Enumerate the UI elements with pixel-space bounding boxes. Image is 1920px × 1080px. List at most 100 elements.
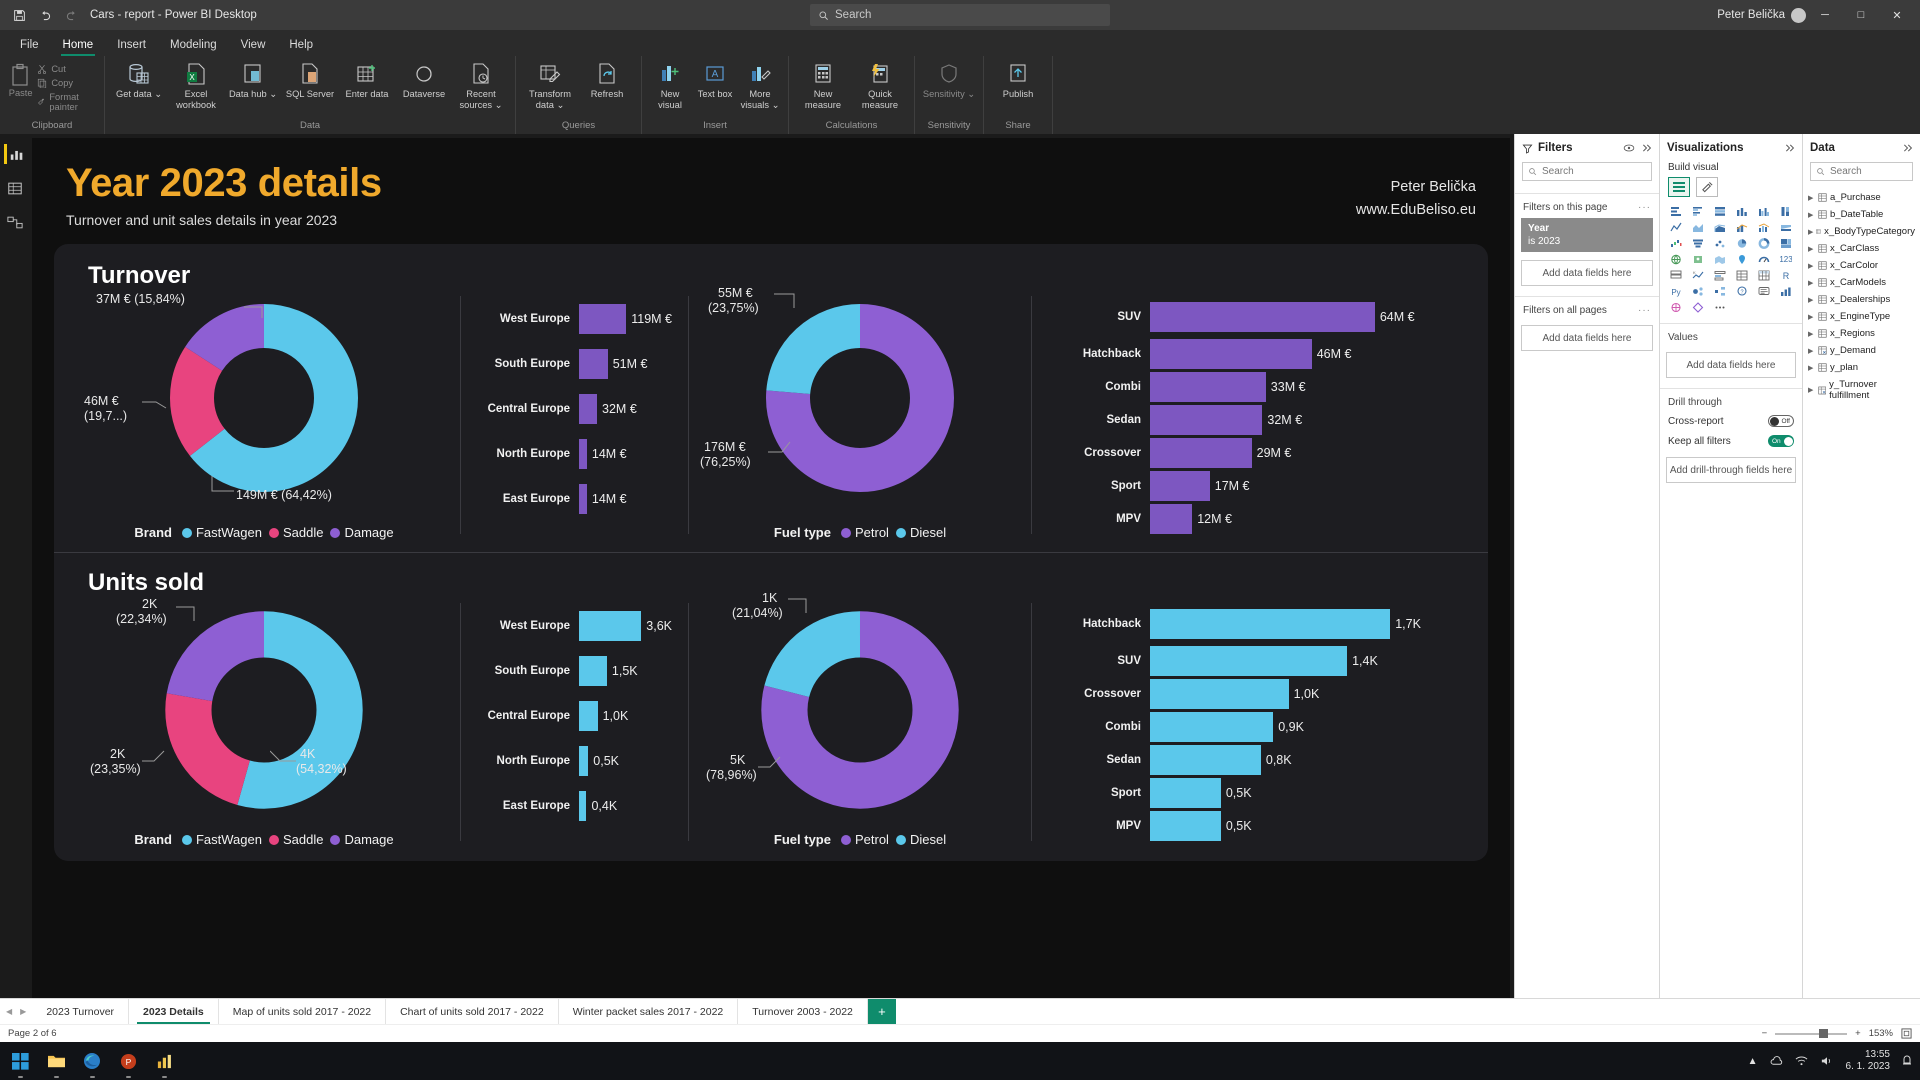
copy-button[interactable]: Copy	[37, 78, 98, 88]
visual-metrics-icon[interactable]	[1775, 284, 1796, 299]
fit-to-page-icon[interactable]	[1901, 1028, 1912, 1039]
quick-measure-button[interactable]: Quick measure	[852, 58, 908, 110]
visual-100-stacked-bar-icon[interactable]	[1710, 204, 1731, 219]
chevron-right-icon[interactable]: ▶	[1808, 279, 1815, 287]
menu-view[interactable]: View	[229, 36, 278, 56]
data-table-item[interactable]: ▶ x_BodyTypeCategory	[1803, 223, 1920, 240]
visual-qa-icon[interactable]: ?	[1732, 284, 1753, 299]
redo-icon[interactable]	[58, 3, 84, 27]
visual-clustered-column-icon[interactable]	[1753, 204, 1774, 219]
sensitivity-button[interactable]: Sensitivity ⌄	[921, 58, 977, 100]
undo-icon[interactable]	[32, 3, 58, 27]
visual-line-clustered-column-icon[interactable]	[1753, 220, 1774, 235]
bar-mpv-turnover[interactable]	[1150, 503, 1193, 534]
bar-central-units[interactable]	[579, 700, 598, 731]
zoom-slider[interactable]	[1775, 1028, 1848, 1038]
visual-decomposition-tree-icon[interactable]	[1710, 284, 1731, 299]
bar-chart-turnover-class[interactable]: SUV 64M € Hatchback 46M € Combi 33M € Sedan…	[1038, 290, 1468, 535]
enter-data-button[interactable]: Enter data	[339, 58, 395, 100]
data-view-icon[interactable]	[4, 178, 26, 198]
visual-stacked-bar-icon[interactable]	[1666, 204, 1687, 219]
tab-prev-icon[interactable]: ◀	[6, 1007, 12, 1016]
add-page-button[interactable]: +	[867, 999, 896, 1024]
data-table-item[interactable]: ▶ y_Turnover fulfillment	[1803, 376, 1920, 404]
report-view-icon[interactable]	[4, 144, 26, 164]
global-search-box[interactable]: Search	[810, 4, 1110, 26]
chart-turnover-by-region[interactable]: West Europe 119M € South Europe 51M € Cent…	[467, 290, 682, 521]
report-canvas[interactable]: Year 2023 details Turnover and unit sale…	[32, 138, 1510, 998]
legend-item-diesel-turnover[interactable]: Diesel	[895, 525, 946, 540]
chevron-right-icon[interactable]: ▶	[1808, 364, 1815, 372]
page-tab-2023-details[interactable]: 2023 Details	[129, 999, 219, 1024]
bar-chart-units-class[interactable]: Hatchback 1,7K SUV 1,4K Crossover 1,0K Comb…	[1038, 597, 1468, 842]
minimize-button[interactable]: ─	[1808, 0, 1842, 30]
notifications-icon[interactable]	[1902, 1055, 1912, 1067]
more-visuals-button[interactable]: More visuals ⌄	[738, 58, 782, 110]
filters-page-dropzone[interactable]: Add data fields here	[1521, 260, 1653, 286]
visual-stacked-area-icon[interactable]	[1710, 220, 1731, 235]
bar-east-turnover[interactable]	[579, 483, 587, 514]
bar-west-units[interactable]	[579, 610, 642, 641]
data-table-item[interactable]: ▶ y_Demand	[1803, 342, 1920, 359]
chevron-right-icon[interactable]: ▶	[1808, 386, 1815, 394]
legend-item-petrol-turnover[interactable]: Petrol	[840, 525, 889, 540]
legend-item-damage-units[interactable]: Damage	[330, 832, 394, 847]
maximize-button[interactable]: □	[1844, 0, 1878, 30]
chevron-right-icon[interactable]: ▶	[1808, 330, 1815, 338]
new-visual-button[interactable]: New visual	[648, 58, 692, 110]
page-tab-chart-units-sold[interactable]: Chart of units sold 2017 - 2022	[386, 999, 559, 1024]
visual-shape-map-icon[interactable]	[1710, 252, 1731, 267]
visual-treemap-icon[interactable]	[1775, 236, 1796, 251]
chevron-right-icon[interactable]: ▶	[1808, 211, 1815, 219]
visual-map-icon[interactable]	[1666, 252, 1687, 267]
filters-all-dropzone[interactable]: Add data fields here	[1521, 325, 1653, 351]
visual-card-icon[interactable]: 123	[1775, 252, 1796, 267]
bar-central-turnover[interactable]	[579, 393, 598, 424]
data-table-item[interactable]: ▶ x_Dealerships	[1803, 291, 1920, 308]
save-icon[interactable]	[6, 3, 32, 27]
bar-combi-turnover[interactable]	[1150, 371, 1266, 402]
bar-east-units[interactable]	[579, 790, 587, 821]
keep-all-filters-toggle[interactable]: On	[1768, 435, 1794, 447]
avatar[interactable]	[1791, 7, 1806, 23]
menu-modeling[interactable]: Modeling	[158, 36, 229, 56]
visual-filled-map-icon[interactable]	[1688, 252, 1709, 267]
cut-button[interactable]: Cut	[37, 64, 98, 74]
data-table-item[interactable]: ▶ y_plan	[1803, 359, 1920, 376]
chevron-right-icon[interactable]: ▶	[1808, 296, 1815, 304]
file-explorer-icon[interactable]	[44, 1049, 68, 1078]
legend-item-petrol-units[interactable]: Petrol	[840, 832, 889, 847]
clock[interactable]: 13:55 6. 1. 2023	[1846, 1049, 1890, 1073]
eye-icon[interactable]	[1623, 143, 1635, 153]
data-table-item[interactable]: ▶ x_CarColor	[1803, 257, 1920, 274]
data-hub-button[interactable]: Data hub ⌄	[225, 58, 281, 100]
bar-suv-units[interactable]	[1150, 645, 1348, 676]
menu-file[interactable]: File	[8, 36, 51, 56]
build-visual-tab[interactable]	[1668, 177, 1690, 197]
chevron-right-icon[interactable]: ▶	[1808, 347, 1815, 355]
chart-turnover-by-brand[interactable]: 37M € (15,84%) 46M € (19,7...) 149M € (6…	[74, 290, 454, 540]
donut-chart-turnover-brand[interactable]	[164, 298, 364, 498]
bar-suv-turnover[interactable]	[1150, 301, 1375, 332]
bar-chart-units-region[interactable]: West Europe 3,6K South Europe 1,5K Central…	[467, 597, 682, 828]
tray-expand-icon[interactable]: ▲	[1748, 1056, 1758, 1067]
legend-item-diesel-units[interactable]: Diesel	[895, 832, 946, 847]
close-button[interactable]: ✕	[1880, 0, 1914, 30]
data-table-item[interactable]: ▶ x_CarModels	[1803, 274, 1920, 291]
visual-scatter-icon[interactable]	[1710, 236, 1731, 251]
text-box-button[interactable]: A Text box	[693, 58, 737, 100]
bar-north-units[interactable]	[579, 745, 589, 776]
menu-insert[interactable]: Insert	[105, 36, 158, 56]
bar-sedan-turnover[interactable]	[1150, 404, 1263, 435]
bar-crossover-turnover[interactable]	[1150, 437, 1252, 468]
network-icon[interactable]	[1795, 1055, 1808, 1067]
bar-south-turnover[interactable]	[579, 348, 608, 379]
bar-north-turnover[interactable]	[579, 438, 587, 469]
tab-next-icon[interactable]: ▶	[20, 1007, 26, 1016]
chart-turnover-by-fuel[interactable]: 55M € (23,75%) 176M € (76,25%) Fuel type	[695, 286, 1025, 540]
visual-pie-icon[interactable]	[1732, 236, 1753, 251]
legend-item-damage-turnover[interactable]: Damage	[330, 525, 394, 540]
chart-units-by-class[interactable]: Hatchback 1,7K SUV 1,4K Crossover 1,0K Comb…	[1038, 597, 1468, 842]
new-measure-button[interactable]: New measure	[795, 58, 851, 110]
transform-data-button[interactable]: Transform data ⌄	[522, 58, 578, 110]
